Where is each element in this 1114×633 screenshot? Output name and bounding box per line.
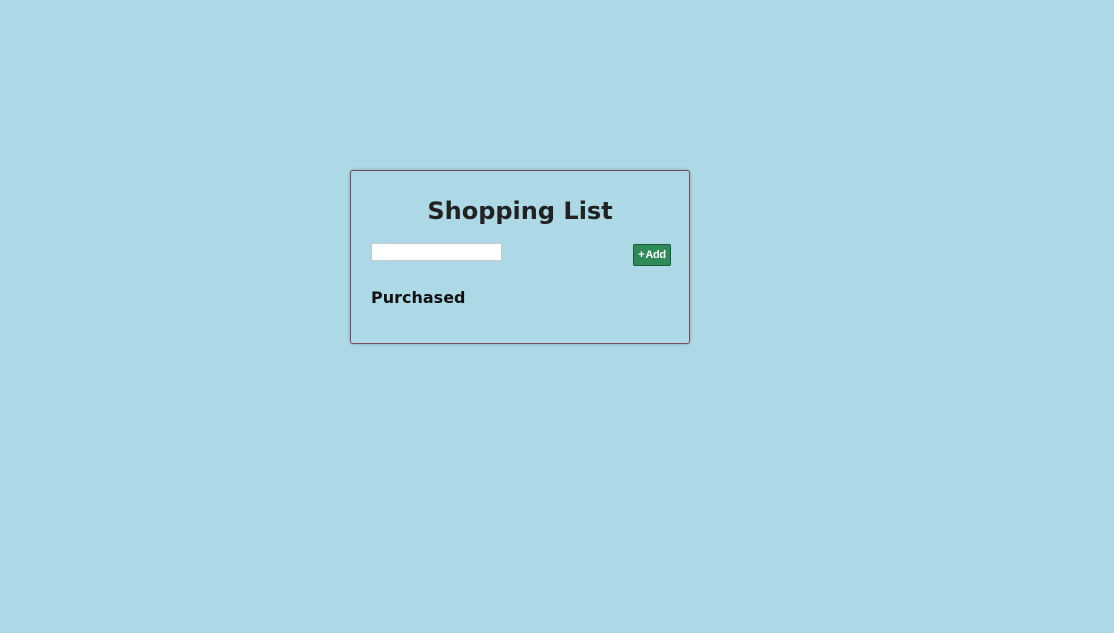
add-button[interactable]: + Add (633, 244, 671, 266)
item-input[interactable] (371, 243, 502, 261)
purchased-heading: Purchased (371, 288, 466, 307)
page-title: Shopping List (427, 197, 613, 225)
shopping-list-card: Shopping List + Add Purchased (350, 170, 690, 344)
plus-icon: + (638, 249, 645, 261)
add-button-label: Add (645, 249, 666, 261)
